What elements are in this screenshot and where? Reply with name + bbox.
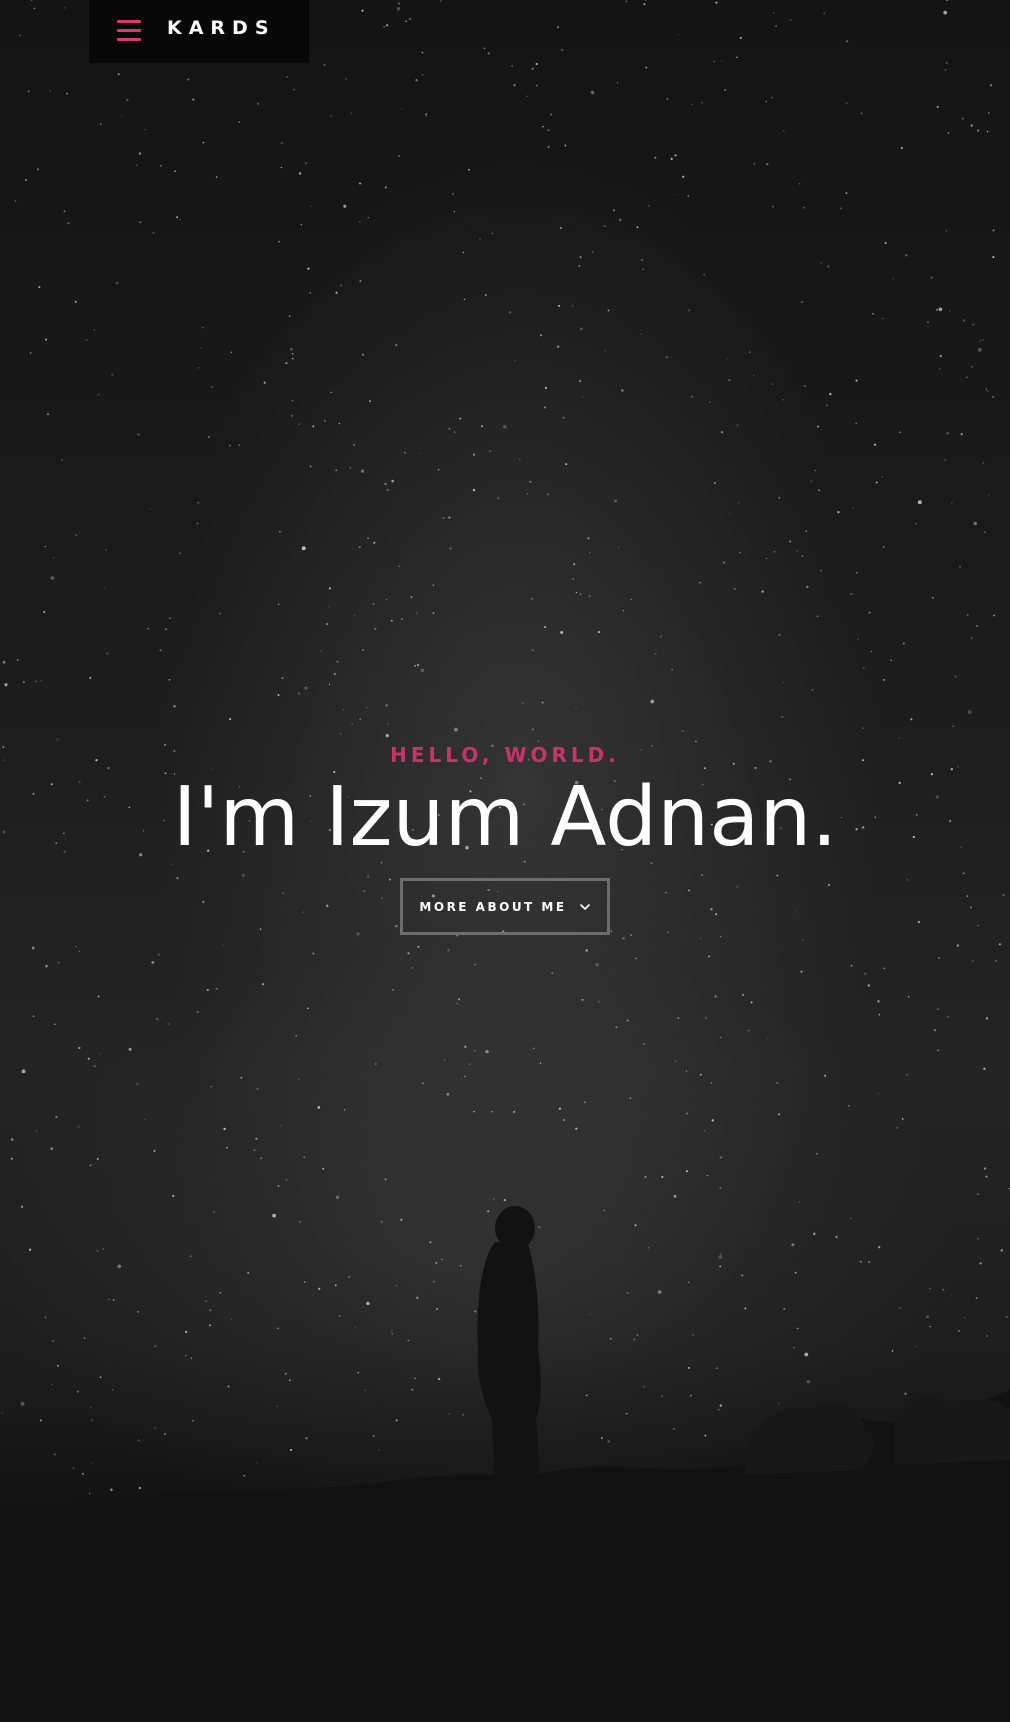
hero-content: HELLO, WORLD. I'm Izum Adnan. MORE ABOUT… — [0, 740, 1010, 935]
hero-kicker: HELLO, WORLD. — [390, 743, 620, 767]
site-header: KARDS — [89, 0, 309, 63]
more-about-me-label: MORE ABOUT ME — [419, 899, 567, 914]
site-logo[interactable]: KARDS — [167, 17, 276, 39]
chevron-down-icon — [579, 903, 590, 910]
more-about-me-button[interactable]: MORE ABOUT ME — [400, 878, 610, 935]
hero-headline: I'm Izum Adnan. — [172, 770, 838, 865]
hero-section: KARDS HELLO, WORLD. I'm Izum Adnan. MORE… — [0, 0, 1010, 1722]
person-silhouette-image — [0, 1206, 1010, 1722]
hamburger-menu-icon[interactable] — [117, 20, 143, 42]
